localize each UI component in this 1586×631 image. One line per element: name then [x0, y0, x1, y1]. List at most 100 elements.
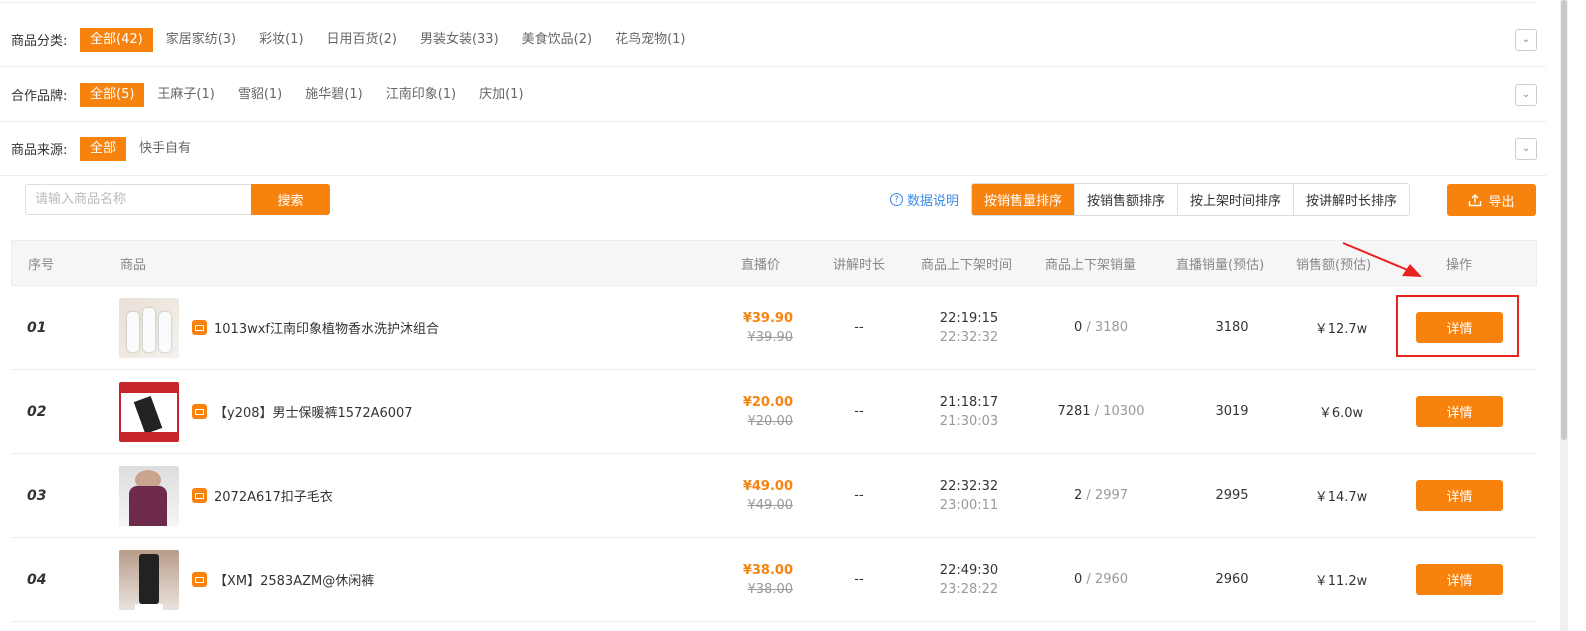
- product-thumbnail[interactable]: [119, 286, 179, 369]
- header-seq: 序号: [28, 257, 55, 273]
- filter-option-source[interactable]: 快手自有: [129, 137, 201, 161]
- filter-option-source[interactable]: 全部: [80, 136, 127, 161]
- price-cell: ¥39.90 ¥39.90: [723, 286, 793, 369]
- header-shelf-sales: 商品上下架销量: [1045, 257, 1137, 273]
- on-shelf-time: 22:32:32: [939, 478, 999, 494]
- shelf-time-cell: 22:19:15 22:32:32: [919, 286, 1019, 369]
- filter-option-brand[interactable]: 施华碧(1): [295, 83, 372, 107]
- product-name[interactable]: 【y208】男士保暖裤1572A6007: [214, 370, 413, 453]
- filter-option-category[interactable]: 家居家纺(3): [156, 28, 246, 52]
- scrollbar-thumb[interactable]: [1561, 0, 1567, 440]
- filter-options-brand: 全部(5) 王麻子(1) 雪貂(1) 施华碧(1) 江南印象(1) 庆加(1): [80, 82, 537, 107]
- price-cell: ¥20.00 ¥20.00: [723, 370, 793, 453]
- filter-option-category[interactable]: 彩妆(1): [249, 28, 313, 52]
- filter-label-source: 商品来源:: [11, 143, 68, 158]
- chevron-down-icon[interactable]: ⌄: [1515, 83, 1537, 106]
- table-row: 01 1013wxf江南印象植物香水洗护沐组合 ¥39.90 ¥39.90 --…: [11, 286, 1537, 370]
- live-price: ¥38.00: [742, 562, 793, 578]
- sales-amount: ￥6.0w: [1318, 406, 1364, 421]
- filter-label-brand: 合作品牌:: [11, 89, 68, 104]
- filter-option-category[interactable]: 日用百货(2): [317, 28, 407, 52]
- red-arrow-annotation: [1342, 242, 1422, 277]
- shop-icon: [192, 370, 207, 453]
- shelf-time-cell: 21:18:17 21:30:03: [919, 370, 1019, 453]
- table-row: 03 2072A617扣子毛衣 ¥49.00 ¥49.00 -- 22:32:3…: [11, 454, 1537, 538]
- sort-button[interactable]: 按讲解时长排序: [1294, 184, 1410, 215]
- on-shelf-time: 22:19:15: [939, 310, 999, 326]
- filter-option-category[interactable]: 男装女装(33): [410, 28, 509, 52]
- row-seq: 03: [27, 487, 47, 504]
- filter-option-brand[interactable]: 全部(5): [80, 82, 145, 107]
- table-row: 04 【XM】2583AZM@休闲裤 ¥38.00 ¥38.00 -- 22:4…: [11, 538, 1537, 622]
- original-price: ¥49.00: [747, 497, 794, 513]
- sales-amount: ￥12.7w: [1314, 322, 1368, 337]
- product-name[interactable]: 【XM】2583AZM@休闲裤: [214, 538, 374, 621]
- filter-option-brand[interactable]: 庆加(1): [469, 83, 533, 107]
- header-shelf-time: 商品上下架时间: [921, 257, 1013, 273]
- header-live-sales: 直播销量(预估): [1176, 257, 1265, 273]
- on-shelf-time: 21:18:17: [939, 394, 999, 410]
- filter-option-category[interactable]: 花鸟宠物(1): [605, 28, 695, 52]
- detail-button[interactable]: 详情: [1416, 564, 1503, 595]
- filter-row-brand: 合作品牌: 全部(5) 王麻子(1) 雪貂(1) 施华碧(1) 江南印象(1) 庆加(1)…: [0, 68, 1546, 122]
- live-price: ¥39.90: [742, 310, 793, 326]
- table-header: 序号 商品 直播价 讲解时长 商品上下架时间 商品上下架销量 直播销量(预估) …: [11, 240, 1537, 286]
- row-seq: 02: [27, 403, 47, 420]
- chevron-down-icon[interactable]: ⌄: [1515, 28, 1537, 51]
- shelf-sales-total: 2997: [1094, 488, 1129, 503]
- sort-button[interactable]: 按销售额排序: [1075, 184, 1179, 215]
- explain-duration: --: [854, 488, 864, 503]
- filter-label-category: 商品分类:: [11, 34, 68, 49]
- search-input[interactable]: [25, 184, 252, 215]
- filter-options-category: 全部(42) 家居家纺(3) 彩妆(1) 日用百货(2) 男装女装(33) 美食饮品(2)…: [80, 27, 698, 52]
- row-seq: 01: [27, 319, 47, 336]
- shop-icon: [192, 454, 207, 537]
- filter-row-source: 商品来源: 全部 快手自有 ⌄: [0, 122, 1546, 176]
- original-price: ¥39.90: [747, 329, 794, 345]
- explain-duration: --: [854, 404, 864, 419]
- product-thumbnail[interactable]: [119, 370, 179, 453]
- table-body: 01 1013wxf江南印象植物香水洗护沐组合 ¥39.90 ¥39.90 --…: [11, 286, 1537, 622]
- sort-button-group: 按销售量排序 按销售额排序 按上架时间排序 按讲解时长排序: [971, 183, 1411, 216]
- off-shelf-time: 23:28:22: [939, 581, 999, 597]
- sales-amount: ￥14.7w: [1314, 490, 1368, 505]
- live-sales: 3019: [1215, 404, 1249, 419]
- shelf-time-cell: 22:32:32 23:00:11: [919, 454, 1019, 537]
- search-button[interactable]: 搜索: [251, 184, 330, 215]
- price-cell: ¥38.00 ¥38.00: [723, 538, 793, 621]
- chevron-down-icon[interactable]: ⌄: [1515, 137, 1537, 160]
- row-seq: 04: [27, 571, 47, 588]
- filter-option-brand[interactable]: 王麻子(1): [147, 83, 224, 107]
- live-price: ¥49.00: [742, 478, 793, 494]
- vertical-scrollbar[interactable]: [1560, 0, 1568, 631]
- action-cell: 详情: [1416, 538, 1503, 621]
- product-name[interactable]: 2072A617扣子毛衣: [214, 454, 333, 537]
- sort-button[interactable]: 按上架时间排序: [1178, 184, 1295, 215]
- product-thumbnail[interactable]: [119, 538, 179, 621]
- header-product: 商品: [120, 257, 147, 273]
- filter-option-brand[interactable]: 江南印象(1): [376, 83, 466, 107]
- upload-icon: [1469, 194, 1482, 207]
- shelf-sales-now: 0: [1073, 572, 1083, 587]
- header-action: 操作: [1446, 257, 1473, 273]
- detail-button[interactable]: 详情: [1416, 480, 1503, 511]
- filter-option-category[interactable]: 全部(42): [80, 27, 153, 52]
- sales-amount: ￥11.2w: [1314, 574, 1368, 589]
- filter-option-category[interactable]: 美食饮品(2): [512, 28, 602, 52]
- off-shelf-time: 21:30:03: [939, 413, 999, 429]
- detail-button[interactable]: 详情: [1416, 396, 1503, 427]
- data-note-link[interactable]: ? 数据说明: [890, 190, 959, 209]
- product-thumbnail[interactable]: [119, 454, 179, 537]
- shelf-sales-now: 7281: [1057, 404, 1091, 419]
- shelf-sales-now: 0: [1073, 320, 1083, 335]
- export-button[interactable]: 导出: [1447, 184, 1536, 216]
- action-cell: 详情: [1416, 370, 1503, 453]
- table-row: 02 【y208】男士保暖裤1572A6007 ¥20.00 ¥20.00 --…: [11, 370, 1537, 454]
- off-shelf-time: 22:32:32: [939, 329, 999, 345]
- product-name[interactable]: 1013wxf江南印象植物香水洗护沐组合: [214, 286, 439, 369]
- shelf-sales-total: 2960: [1094, 572, 1129, 587]
- shelf-sales-cell: 7281 / 10300: [1057, 404, 1145, 419]
- sort-button[interactable]: 按销售量排序: [972, 184, 1076, 215]
- filter-option-brand[interactable]: 雪貂(1): [228, 83, 292, 107]
- shelf-sales-total: 10300: [1103, 404, 1145, 419]
